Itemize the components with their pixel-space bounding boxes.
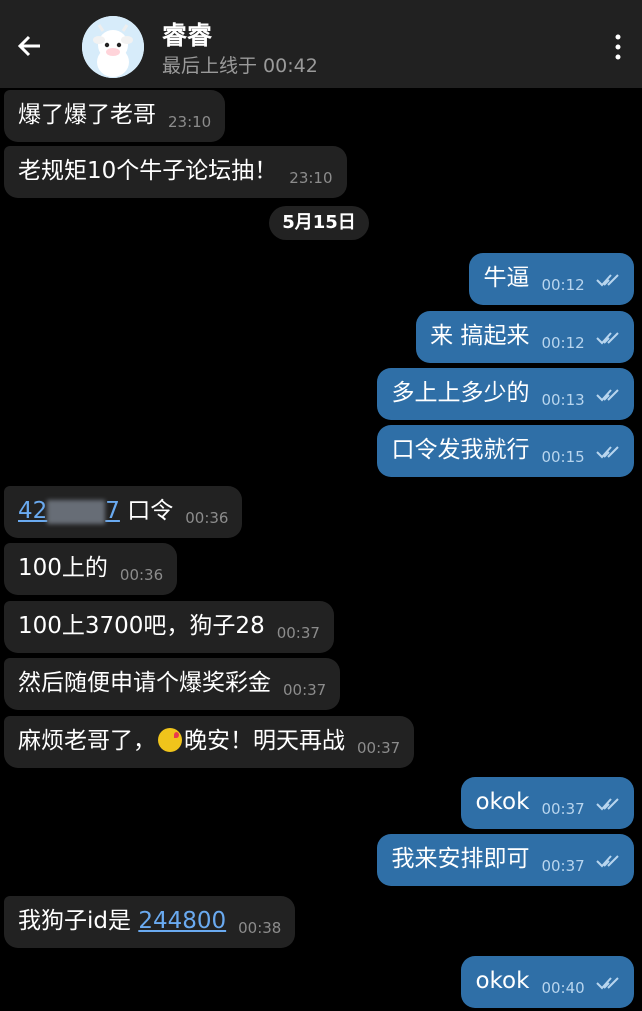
message-time: 23:10 (289, 169, 333, 187)
message-time: 00:40 (541, 979, 585, 997)
incoming-message[interactable]: 麻烦老哥了， 晚安！明天再战 00:37 (4, 716, 415, 768)
link-visible-prefix: 42 (18, 498, 48, 524)
double-check-icon (596, 389, 619, 402)
outgoing-message[interactable]: okok 00:40 (461, 956, 634, 1008)
message-text-before-emoji: 麻烦老哥了， (18, 728, 156, 754)
message-text: 爆了爆了老哥 (18, 102, 156, 128)
kiss-emoji-icon (158, 728, 182, 752)
message-time: 00:13 (541, 391, 585, 409)
message-text: 口令 (127, 498, 174, 524)
double-check-icon (596, 855, 619, 868)
cow-avatar-illustration (82, 16, 144, 78)
avatar[interactable] (82, 16, 144, 78)
incoming-message[interactable]: 42 7 口令 00:36 (4, 486, 243, 538)
double-check-icon (596, 977, 619, 990)
chat-title: 睿睿 (162, 21, 213, 50)
outgoing-message[interactable]: 口令发我就行 00:15 (377, 425, 634, 477)
message-time: 00:37 (541, 857, 585, 875)
message-time: 00:38 (238, 919, 282, 937)
message-text: 100上的 (18, 555, 108, 581)
id-link[interactable]: 244800 (138, 908, 226, 934)
message-time: 00:37 (357, 739, 401, 757)
message-time: 00:36 (119, 566, 164, 584)
double-check-icon (596, 446, 619, 459)
chat-header: 睿睿 最后上线于 00:42 (0, 0, 642, 88)
message-time: 00:37 (276, 624, 320, 642)
incoming-message[interactable]: 爆了爆了老哥 23:10 (4, 90, 226, 142)
message-text-after-emoji: 晚安！明天再战 (184, 728, 345, 754)
message-time: 00:37 (283, 681, 327, 699)
message-text: 来 搞起来 (430, 323, 530, 349)
date-separator: 5月15日 (269, 206, 369, 240)
incoming-message[interactable]: 老规矩10个牛子论坛抽！ 23:10 (4, 146, 347, 198)
message-text: 我来安排即可 (391, 846, 530, 872)
message-time: 00:12 (541, 276, 585, 294)
message-time: 00:12 (541, 334, 585, 352)
incoming-message[interactable]: 然后随便申请个爆奖彩金 00:37 (4, 658, 341, 710)
incoming-message[interactable]: 100上的 00:36 (4, 543, 178, 595)
message-time: 00:36 (185, 509, 229, 527)
message-text: okok (475, 968, 530, 994)
back-arrow-icon[interactable] (14, 30, 46, 62)
double-check-icon (596, 798, 619, 811)
message-text: 多上上多少的 (391, 380, 530, 406)
redacted-blur (47, 499, 106, 524)
outgoing-message[interactable]: okok 00:37 (461, 777, 634, 829)
incoming-message[interactable]: 我狗子id是 244800 00:38 (4, 896, 296, 948)
double-check-icon (596, 332, 619, 345)
message-time: 00:15 (541, 448, 585, 466)
outgoing-message[interactable]: 我来安排即可 00:37 (377, 834, 634, 886)
outgoing-message[interactable]: 多上上多少的 00:13 (377, 368, 634, 420)
outgoing-message[interactable]: 来 搞起来 00:12 (416, 311, 634, 363)
more-vertical-icon[interactable] (612, 34, 624, 60)
message-text: okok (475, 789, 530, 815)
chat-message-list[interactable]: 爆了爆了老哥 23:10 老规矩10个牛子论坛抽！ 23:10 5月15日 牛逼 00… (0, 88, 642, 1011)
message-link[interactable]: 42 7 (18, 498, 120, 524)
double-check-icon (596, 274, 619, 287)
message-text: 口令发我就行 (391, 437, 530, 463)
message-text: 我狗子id是 (18, 908, 131, 934)
last-seen-status: 最后上线于 00:42 (162, 55, 318, 77)
incoming-message[interactable]: 100上3700吧，狗子28 00:37 (4, 601, 334, 653)
message-text: 老规矩10个牛子论坛抽！ (18, 158, 278, 184)
link-visible-suffix: 7 (105, 498, 120, 524)
message-text: 然后随便申请个爆奖彩金 (18, 670, 271, 696)
message-text: 100上3700吧，狗子28 (18, 613, 265, 639)
message-time: 00:37 (541, 800, 585, 818)
message-text: 牛逼 (483, 265, 530, 291)
message-time: 23:10 (168, 113, 212, 131)
outgoing-message[interactable]: 牛逼 00:12 (469, 253, 634, 305)
